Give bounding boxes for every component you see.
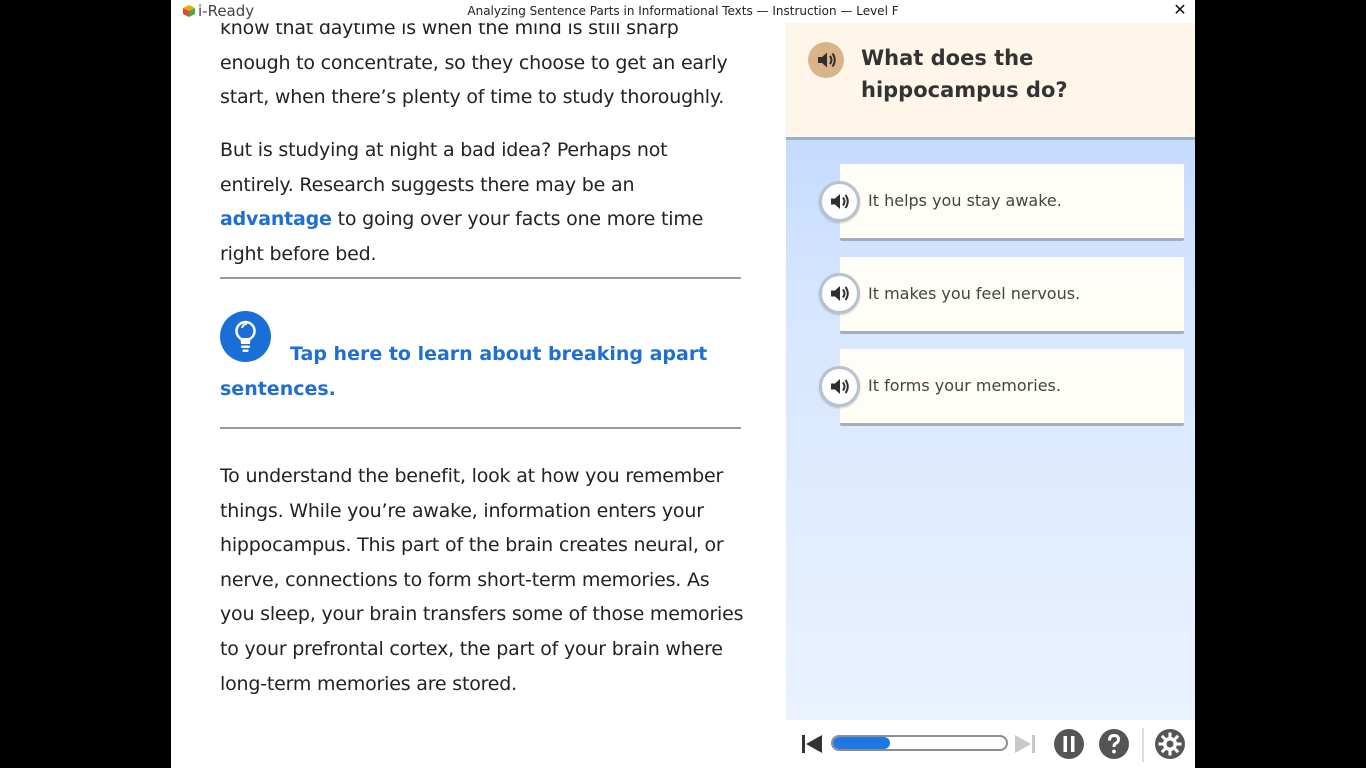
speaker-icon[interactable] — [819, 273, 860, 314]
speaker-icon[interactable] — [819, 366, 860, 407]
answer-option-1[interactable]: It helps you stay awake. — [840, 164, 1184, 241]
skip-forward-icon[interactable] — [1013, 732, 1037, 756]
tip-link[interactable]: Tap here to learn about breaking apart s… — [220, 337, 745, 406]
controls-divider — [1142, 728, 1144, 762]
question-text: What does the hippocampus do? — [861, 46, 1068, 102]
speaker-icon[interactable] — [808, 42, 844, 78]
passage-paragraph-1: know that daytime is when the mind is st… — [220, 23, 728, 109]
playback-controls — [786, 720, 1195, 768]
answer-option-2[interactable]: It makes you feel nervous. — [840, 257, 1184, 334]
title-bar: i-Ready Analyzing Sentence Parts in Info… — [171, 0, 1195, 23]
skip-back-icon[interactable] — [800, 732, 824, 756]
speaker-icon[interactable] — [819, 181, 860, 222]
gear-icon[interactable] — [1154, 728, 1186, 760]
passage-text: But is studying at night a bad idea? Per… — [220, 139, 668, 196]
question-panel: What does the hippocampus do? It helps y… — [786, 23, 1195, 720]
progress-bar — [831, 735, 1008, 751]
close-icon[interactable]: ✕ — [1171, 1, 1189, 21]
answer-label: It helps you stay awake. — [868, 191, 1062, 210]
help-icon[interactable] — [1098, 728, 1130, 760]
question-header: What does the hippocampus do? — [786, 23, 1195, 140]
divider-bottom — [220, 427, 741, 429]
answer-label: It makes you feel nervous. — [868, 284, 1081, 303]
window-title: Analyzing Sentence Parts in Informationa… — [467, 4, 899, 18]
passage-paragraph-2: But is studying at night a bad idea? Per… — [220, 133, 745, 271]
reading-passage[interactable]: know that daytime is when the mind is st… — [171, 23, 786, 768]
passage-paragraph-3: To understand the benefit, look at how y… — [220, 465, 744, 695]
answer-label: It forms your memories. — [868, 376, 1061, 395]
progress-fill — [833, 737, 891, 749]
vocab-link-advantage[interactable]: advantage — [220, 208, 332, 230]
divider-top — [220, 277, 741, 279]
answer-option-3[interactable]: It forms your memories. — [840, 349, 1184, 426]
pause-icon[interactable] — [1053, 728, 1085, 760]
